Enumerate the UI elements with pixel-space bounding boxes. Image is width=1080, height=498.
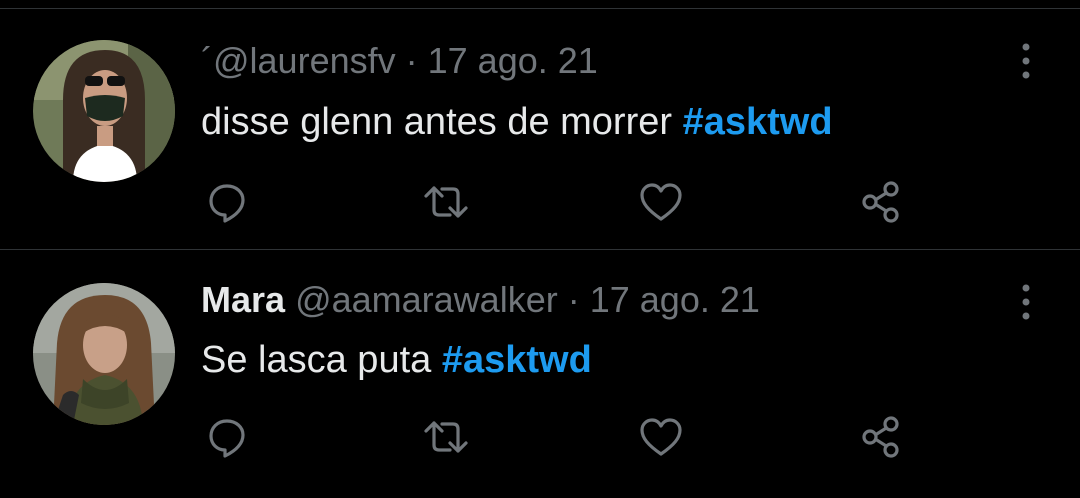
separator: · xyxy=(567,279,580,320)
share-button[interactable] xyxy=(853,409,909,465)
tweet-body: disse glenn antes de morrer xyxy=(201,101,673,143)
hashtag-link[interactable]: #asktwd xyxy=(442,339,592,381)
display-name[interactable]: Mara xyxy=(201,279,285,320)
avatar[interactable] xyxy=(33,283,175,425)
tweet-text: Se lasca puta #asktwd xyxy=(201,337,592,383)
reply-icon xyxy=(209,184,245,223)
avatar-photo-icon xyxy=(33,283,175,425)
share-icon xyxy=(862,181,899,223)
share-button[interactable] xyxy=(853,174,909,230)
like-icon xyxy=(640,183,682,221)
tweet-header: Mara @aamarawalker · 17 ago. 21 xyxy=(201,279,760,321)
tweet-header: ´@laurensfv · 17 ago. 21 xyxy=(201,40,598,82)
reply-icon xyxy=(209,419,245,458)
timestamp[interactable]: 17 ago. 21 xyxy=(590,279,760,320)
tweet-text: disse glenn antes de morrer #asktwd xyxy=(201,99,833,145)
handle[interactable]: @aamarawalker xyxy=(295,279,558,320)
tweet-actions xyxy=(0,174,1080,234)
handle[interactable]: ´@laurensfv xyxy=(201,40,396,81)
reply-button[interactable] xyxy=(199,409,255,465)
retweet-button[interactable] xyxy=(418,174,474,230)
top-divider xyxy=(0,0,1080,9)
reply-button[interactable] xyxy=(199,174,255,230)
tweet-body: Se lasca puta xyxy=(201,339,432,381)
retweet-icon xyxy=(424,421,468,453)
retweet-button[interactable] xyxy=(418,409,474,465)
hashtag-link[interactable]: #asktwd xyxy=(683,101,833,143)
separator: · xyxy=(405,40,418,81)
like-button[interactable] xyxy=(633,409,689,465)
more-options-button[interactable] xyxy=(1012,39,1040,83)
more-vertical-icon xyxy=(1022,43,1030,79)
like-button[interactable] xyxy=(633,174,689,230)
avatar-photo-icon xyxy=(33,40,175,182)
share-icon xyxy=(862,416,899,458)
tweet[interactable]: Mara @aamarawalker · 17 ago. 21 Se lasca… xyxy=(0,250,1080,498)
avatar[interactable] xyxy=(33,40,175,182)
tweet[interactable]: ´@laurensfv · 17 ago. 21 disse glenn ant… xyxy=(0,9,1080,250)
tweet-actions xyxy=(0,409,1080,469)
timestamp[interactable]: 17 ago. 21 xyxy=(428,40,598,81)
more-options-button[interactable] xyxy=(1012,280,1040,324)
like-icon xyxy=(640,418,682,456)
retweet-icon xyxy=(424,186,468,218)
more-vertical-icon xyxy=(1022,284,1030,320)
